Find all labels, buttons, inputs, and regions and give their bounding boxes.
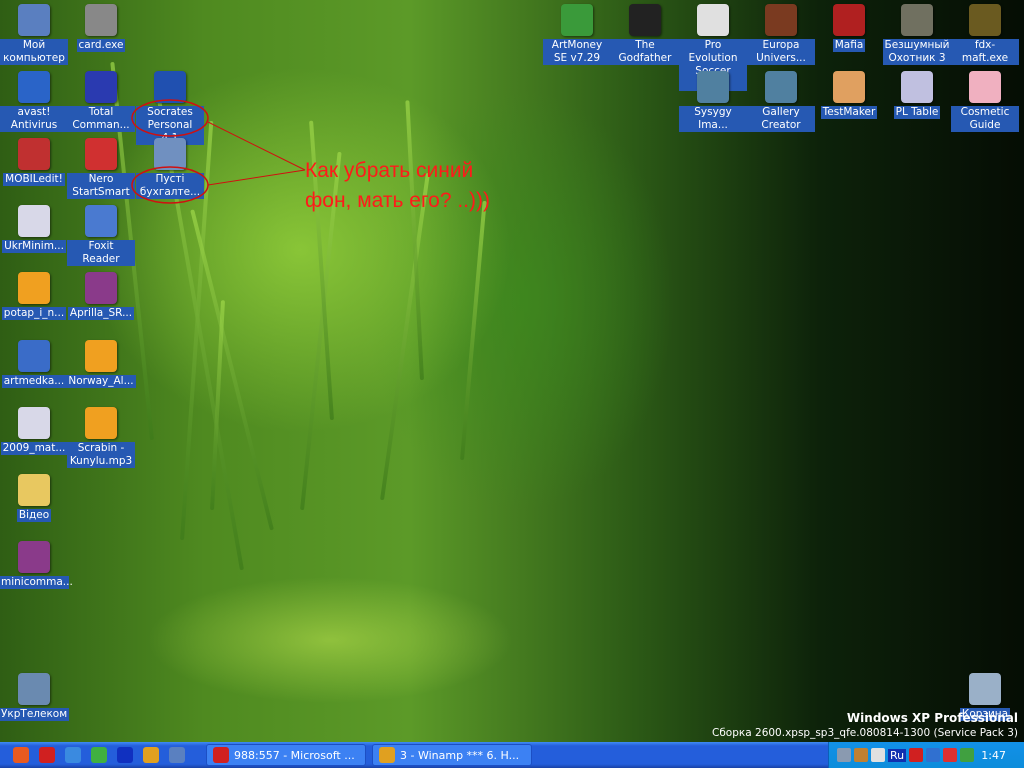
internet-explorer-icon[interactable] <box>65 747 81 763</box>
tray-icons: Ru <box>837 748 975 762</box>
taskbar-button[interactable]: 988:557 - Microsoft ... <box>206 744 366 766</box>
show-desktop-icon[interactable] <box>169 747 185 763</box>
taskbar-button-label: 3 - Winamp *** 6. H... <box>400 748 520 762</box>
windows-build-text: Сборка 2600.xpsp_sp3_qfe.080814-1300 (Se… <box>712 727 1018 739</box>
updown-arrow-icon[interactable] <box>909 748 924 762</box>
system-tray: Ru 1:47 <box>828 742 1024 768</box>
quick-launch <box>0 747 200 763</box>
windows-version-title: Windows XP Professional <box>846 711 1018 725</box>
pointer-line <box>207 121 306 171</box>
language-indicator[interactable]: Ru <box>888 748 907 762</box>
windows-start-icon[interactable] <box>13 747 29 763</box>
volume-icon[interactable] <box>854 748 868 762</box>
opera-icon <box>213 747 229 763</box>
winamp-icon <box>379 747 395 763</box>
opera-icon[interactable] <box>39 747 55 763</box>
task-buttons: 988:557 - Microsoft ... 3 - Winamp *** 6.… <box>200 744 532 766</box>
taskbar-button[interactable]: 3 - Winamp *** 6. H... <box>372 744 532 766</box>
avast-tray-icon[interactable] <box>926 748 941 762</box>
taskbar: 988:557 - Microsoft ... 3 - Winamp *** 6.… <box>0 742 1024 768</box>
bluetooth-icon[interactable] <box>117 747 133 763</box>
highlight-ellipse <box>131 99 209 137</box>
network-icon[interactable] <box>837 748 851 762</box>
highlight-ellipse <box>131 166 209 204</box>
cow-icon[interactable] <box>871 748 885 762</box>
pointer-line <box>207 169 306 186</box>
winamp-icon[interactable] <box>143 747 159 763</box>
safe-remove-icon[interactable] <box>960 748 975 762</box>
taskbar-button-label: 988:557 - Microsoft ... <box>234 748 355 762</box>
annotation-line: фон, мать его? ..))) <box>305 189 490 212</box>
annotation-marks <box>131 99 306 204</box>
antivirus-tray-icon[interactable] <box>943 748 958 762</box>
annotation-text: Как убрать синий фон, мать его? ..))) <box>305 156 490 216</box>
icq-icon[interactable] <box>91 747 107 763</box>
annotation-line: Как убрать синий <box>305 159 474 182</box>
clock: 1:47 <box>981 748 1006 762</box>
